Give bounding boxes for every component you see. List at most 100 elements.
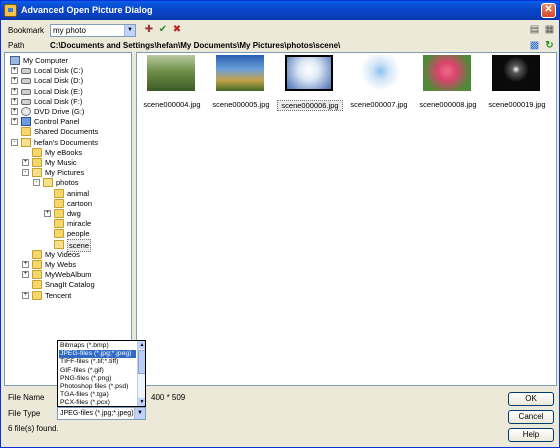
folder-icon — [32, 270, 42, 280]
folder-open-icon — [43, 178, 53, 188]
file-type-label: File Type — [8, 409, 41, 418]
thumbnail[interactable]: scene000005.jpg — [208, 55, 274, 109]
close-button[interactable]: ✕ — [541, 3, 556, 18]
computer-icon — [10, 56, 20, 65]
collapse-icon[interactable]: - — [22, 169, 29, 177]
expand-icon[interactable]: + — [11, 87, 18, 95]
refresh-icon[interactable]: ↻ — [543, 39, 556, 52]
drive-icon — [21, 68, 31, 75]
title-bar[interactable]: Advanced Open Picture Dialog ✕ — [1, 1, 559, 20]
folder-icon — [32, 147, 42, 157]
folder-icon — [32, 158, 42, 167]
folder-icon — [54, 209, 64, 218]
expand-icon[interactable]: + — [11, 97, 18, 105]
collapse-icon[interactable]: - — [33, 179, 40, 187]
folder-open-icon — [32, 168, 42, 178]
expand-icon[interactable]: + — [22, 261, 29, 268]
cancel-button[interactable]: Cancel — [508, 410, 554, 424]
scroll-up-icon[interactable]: ▲ — [138, 341, 145, 349]
folder-icon — [32, 249, 42, 259]
folder-icon — [54, 188, 64, 198]
expand-icon[interactable]: + — [22, 291, 29, 299]
bookmark-label: Bookmark — [8, 26, 45, 35]
dropdown-scrollbar[interactable]: ▲ ▼ — [137, 341, 145, 406]
expand-icon[interactable]: + — [11, 118, 18, 126]
file-name-label: File Name — [8, 393, 45, 402]
thumbnail[interactable]: scene000006.jpg — [277, 55, 343, 111]
thumbnail-image[interactable] — [285, 55, 333, 91]
ok-button[interactable]: OK — [508, 392, 554, 406]
thumbnail-image[interactable] — [147, 55, 195, 91]
thumbnail-caption: scene000019.jpg — [488, 100, 546, 109]
tree-item[interactable]: + Tencent — [5, 290, 129, 301]
path-label: Path — [8, 41, 25, 50]
thumbnail-image[interactable] — [216, 55, 264, 91]
expand-icon[interactable]: + — [44, 210, 51, 217]
file-type-option[interactable]: PCX-files (*.pcx) — [59, 399, 136, 406]
status-text: 6 file(s) found. — [8, 424, 59, 433]
folder-icon — [54, 219, 64, 229]
thumbnail[interactable]: scene000019.jpg — [484, 55, 550, 109]
drive-icon — [21, 78, 31, 85]
expand-icon[interactable]: + — [11, 108, 18, 115]
thumbnail-image[interactable] — [423, 55, 471, 91]
folder-tree-icon[interactable]: ▩ — [528, 39, 541, 52]
image-size-info: 400 * 509 — [151, 393, 186, 402]
folder-icon — [32, 290, 42, 300]
dialog-window: Advanced Open Picture Dialog ✕ Bookmark … — [0, 0, 560, 448]
file-type-option[interactable]: PNG-files (*.png) — [59, 375, 136, 383]
control-panel-icon — [21, 117, 31, 127]
collapse-icon[interactable]: - — [11, 138, 18, 146]
thumbnail-caption: scene000004.jpg — [143, 100, 201, 109]
thumbnail-caption: scene000007.jpg — [350, 100, 408, 109]
goto-bookmark-icon[interactable]: ✔ — [156, 23, 170, 37]
expand-icon[interactable]: + — [22, 271, 29, 279]
thumbnail-pane[interactable]: scene000004.jpg scene000005.jpg scene00000… — [136, 52, 557, 386]
file-type-option[interactable]: Bitmaps (*.bmp) — [59, 342, 136, 350]
file-type-dropdown-list[interactable]: ▲ ▼ Bitmaps (*.bmp) JPEG-files (*.jpg;*.j… — [57, 340, 146, 407]
drive-icon — [21, 98, 31, 105]
thumbnail[interactable]: scene000007.jpg — [346, 55, 412, 109]
view-details-icon[interactable]: ▤ — [528, 23, 541, 36]
delete-bookmark-icon[interactable]: ✖ — [170, 23, 184, 37]
folder-icon — [32, 260, 42, 269]
view-thumbnails-icon[interactable]: ▦ — [543, 23, 556, 36]
file-type-option[interactable]: JPEG-files (*.jpg;*.jpeg) — [59, 350, 136, 359]
file-type-option[interactable]: GIF-files (*.gif) — [59, 367, 136, 375]
app-icon — [4, 4, 17, 17]
folder-icon — [32, 280, 42, 290]
expand-icon[interactable]: + — [11, 67, 18, 75]
path-value: C:\Documents and Settings\hefan\My Docum… — [50, 41, 341, 50]
scroll-down-icon[interactable]: ▼ — [138, 398, 145, 406]
thumbnail[interactable]: scene000008.jpg — [415, 55, 481, 109]
expand-icon[interactable]: + — [22, 159, 29, 166]
thumbnail-caption: scene000006.jpg — [277, 100, 343, 111]
folder-icon — [54, 198, 64, 208]
thumbnail-caption: scene000005.jpg — [212, 100, 270, 109]
add-bookmark-icon[interactable]: ✚ — [142, 23, 156, 37]
thumbnail[interactable]: scene000004.jpg — [139, 55, 205, 109]
file-type-value: JPEG-files (*.jpg;*.jpeg) — [60, 410, 134, 417]
bookmark-select[interactable]: my photo ▼ — [50, 24, 136, 37]
chevron-down-icon[interactable]: ▼ — [124, 25, 135, 36]
folder-open-icon — [54, 239, 64, 249]
tree-item-label: Tencent — [45, 290, 72, 300]
expand-icon[interactable]: + — [11, 77, 18, 85]
chevron-down-icon[interactable]: ▼ — [134, 408, 145, 419]
drive-icon — [21, 88, 31, 95]
thumbnail-caption: scene000008.jpg — [419, 100, 477, 109]
file-type-option[interactable]: TIFF-files (*.tif;*.tiff) — [59, 358, 136, 366]
thumbnail-image[interactable] — [492, 55, 540, 91]
folder-tree[interactable]: My Computer + Local Disk (C:) + Local Disk (… — [4, 52, 132, 386]
file-type-select[interactable]: JPEG-files (*.jpg;*.jpeg) ▼ — [57, 407, 146, 420]
file-type-option[interactable]: Photoshop files (*.psd) — [59, 383, 136, 391]
folder-open-icon — [21, 137, 31, 147]
bookmark-value: my photo — [53, 26, 86, 35]
help-button[interactable]: Help — [508, 428, 554, 442]
window-title: Advanced Open Picture Dialog — [21, 5, 153, 15]
folder-icon — [21, 127, 31, 137]
cd-icon — [21, 107, 31, 116]
file-type-option[interactable]: TGA-files (*.tga) — [59, 391, 136, 399]
thumbnail-image[interactable] — [354, 55, 402, 91]
scrollbar-thumb[interactable] — [138, 350, 145, 374]
